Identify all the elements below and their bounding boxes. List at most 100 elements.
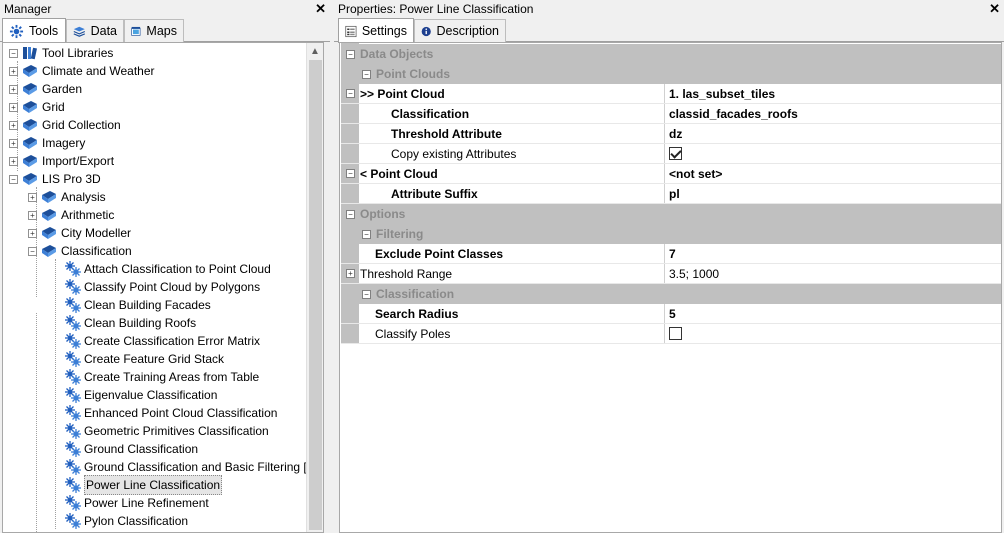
tool-item[interactable]: Enhanced Point Cloud Classification bbox=[65, 404, 277, 422]
property-value[interactable]: 3.5; 1000 bbox=[665, 264, 1001, 283]
property-category[interactable]: − Data Objects bbox=[341, 44, 1001, 64]
tool-item[interactable]: Create Feature Grid Stack bbox=[65, 350, 224, 368]
properties-close-button[interactable]: ✕ bbox=[989, 0, 1000, 18]
property-value[interactable] bbox=[665, 324, 1001, 343]
property-row[interactable]: Threshold Attribute dz bbox=[341, 124, 1001, 144]
tool-item[interactable]: Power Line Classification bbox=[65, 475, 223, 495]
property-value[interactable]: classid_facades_roofs bbox=[665, 104, 1001, 123]
tool-item[interactable]: Clean Building Roofs bbox=[65, 314, 196, 332]
tool-gear-icon bbox=[65, 405, 81, 421]
library-item[interactable]: + Grid Collection bbox=[9, 116, 121, 134]
expand-icon[interactable]: + bbox=[9, 102, 18, 112]
tab-tools[interactable]: Tools bbox=[2, 18, 66, 43]
tool-item[interactable]: Power Line Refinement bbox=[65, 494, 209, 512]
collapse-icon[interactable]: − bbox=[362, 69, 371, 79]
library-item[interactable]: − LIS Pro 3D bbox=[9, 170, 101, 188]
property-value[interactable]: <not set> bbox=[665, 164, 1001, 183]
property-row[interactable]: Exclude Point Classes 7 bbox=[341, 244, 1001, 264]
expand-icon[interactable]: + bbox=[346, 269, 355, 278]
tool-item[interactable]: Geometric Primitives Classification bbox=[65, 422, 269, 440]
tool-item[interactable]: Create Classification Error Matrix bbox=[65, 332, 260, 350]
tool-item[interactable]: Attach Classification to Point Cloud bbox=[65, 260, 271, 278]
property-row[interactable]: Classify Poles bbox=[341, 324, 1001, 344]
tool-gear-icon bbox=[65, 351, 81, 367]
expand-icon[interactable]: + bbox=[28, 228, 37, 238]
manager-title: Manager bbox=[4, 2, 52, 16]
collapse-icon[interactable]: − bbox=[346, 49, 355, 59]
collapse-icon[interactable]: − bbox=[362, 289, 371, 299]
property-value[interactable]: 7 bbox=[665, 244, 1001, 263]
expand-icon[interactable]: + bbox=[28, 210, 37, 220]
library-item[interactable]: + Garden bbox=[9, 80, 82, 98]
property-name: Options bbox=[360, 207, 406, 221]
library-item[interactable]: + Import/Export bbox=[9, 152, 114, 170]
library-item[interactable]: + Imagery bbox=[9, 134, 85, 152]
property-row[interactable]: Copy existing Attributes bbox=[341, 144, 1001, 164]
tree-scrollbar[interactable]: ▲ bbox=[306, 43, 323, 532]
property-value[interactable]: 1. las_subset_tiles bbox=[665, 84, 1001, 103]
library-item[interactable]: + City Modeller bbox=[28, 224, 131, 242]
tree-item-label: Classify Point Cloud by Polygons bbox=[84, 280, 261, 294]
expand-icon[interactable]: + bbox=[28, 192, 37, 202]
tree-root[interactable]: − Tool Libraries bbox=[9, 44, 113, 62]
tree-item-label: Create Feature Grid Stack bbox=[84, 352, 225, 366]
tool-gear-icon bbox=[65, 315, 81, 331]
expand-icon[interactable]: + bbox=[9, 120, 18, 130]
collapse-icon[interactable]: − bbox=[362, 229, 371, 239]
library-book-icon bbox=[23, 137, 37, 149]
property-row[interactable]: Search Radius 5 bbox=[341, 304, 1001, 324]
scroll-thumb[interactable] bbox=[309, 60, 322, 530]
tool-gear-icon bbox=[65, 513, 81, 529]
checkbox-checked[interactable] bbox=[669, 147, 682, 160]
library-item[interactable]: + Climate and Weather bbox=[9, 62, 155, 80]
tool-item[interactable]: Ground Classification bbox=[65, 440, 198, 458]
property-category[interactable]: − Point Clouds bbox=[341, 64, 1001, 84]
collapse-icon[interactable]: − bbox=[9, 48, 18, 58]
tab-description[interactable]: Description bbox=[414, 19, 506, 42]
expand-icon[interactable]: + bbox=[9, 138, 18, 148]
tool-item[interactable]: Classify Point Cloud by Polygons bbox=[65, 278, 260, 296]
tool-item[interactable]: Pylon Classification bbox=[65, 512, 188, 530]
collapse-icon[interactable]: − bbox=[28, 246, 37, 256]
manager-close-button[interactable]: ✕ bbox=[315, 0, 326, 18]
checkbox-unchecked[interactable] bbox=[669, 327, 682, 340]
property-value[interactable]: pl bbox=[665, 184, 1001, 203]
tool-gear-icon bbox=[65, 459, 81, 475]
library-item[interactable]: + Analysis bbox=[28, 188, 106, 206]
collapse-icon[interactable]: − bbox=[9, 174, 18, 184]
property-name: Classification bbox=[376, 287, 455, 301]
property-category[interactable]: − Options bbox=[341, 204, 1001, 224]
collapse-icon[interactable]: − bbox=[346, 209, 355, 219]
collapse-icon[interactable]: − bbox=[346, 169, 355, 178]
library-item[interactable]: − Classification bbox=[28, 242, 132, 260]
tool-item[interactable]: Eigenvalue Classification bbox=[65, 386, 217, 404]
property-grid: − Data Objects − Point Clouds − >> Point Clou… bbox=[339, 42, 1002, 533]
property-row[interactable]: Attribute Suffix pl bbox=[341, 184, 1001, 204]
property-value[interactable]: 5 bbox=[665, 304, 1001, 323]
property-row[interactable]: Classification classid_facades_roofs bbox=[341, 104, 1001, 124]
tool-item[interactable]: Create Training Areas from Table bbox=[65, 368, 259, 386]
properties-panel: Properties: Power Line Classification ✕ … bbox=[334, 0, 1004, 533]
expand-icon[interactable]: + bbox=[9, 66, 18, 76]
library-item[interactable]: + Grid bbox=[9, 98, 65, 116]
property-value[interactable]: dz bbox=[665, 124, 1001, 143]
property-value[interactable] bbox=[665, 144, 1001, 163]
expand-icon[interactable]: + bbox=[9, 84, 18, 94]
property-row[interactable]: − >> Point Cloud 1. las_subset_tiles bbox=[341, 84, 1001, 104]
scroll-up-arrow-icon[interactable]: ▲ bbox=[307, 43, 323, 60]
tool-item[interactable]: Ground Classification and Basic Filterin… bbox=[65, 458, 307, 476]
property-category[interactable]: − Classification bbox=[341, 284, 1001, 304]
property-row[interactable]: + Threshold Range 3.5; 1000 bbox=[341, 264, 1001, 284]
expand-icon[interactable]: + bbox=[9, 156, 18, 166]
property-category[interactable]: − Filtering bbox=[341, 224, 1001, 244]
manager-panel: Manager ✕ Tools Data Maps − Tool Librari… bbox=[0, 0, 330, 533]
tab-maps[interactable]: Maps bbox=[124, 19, 184, 42]
tab-data[interactable]: Data bbox=[66, 19, 124, 42]
library-book-icon bbox=[23, 101, 37, 113]
library-item[interactable]: + Arithmetic bbox=[28, 206, 114, 224]
tab-settings[interactable]: Settings bbox=[338, 18, 414, 43]
property-row[interactable]: − < Point Cloud <not set> bbox=[341, 164, 1001, 184]
collapse-icon[interactable]: − bbox=[346, 89, 355, 98]
property-name: Copy existing Attributes bbox=[391, 146, 517, 161]
tool-item[interactable]: Clean Building Facades bbox=[65, 296, 211, 314]
